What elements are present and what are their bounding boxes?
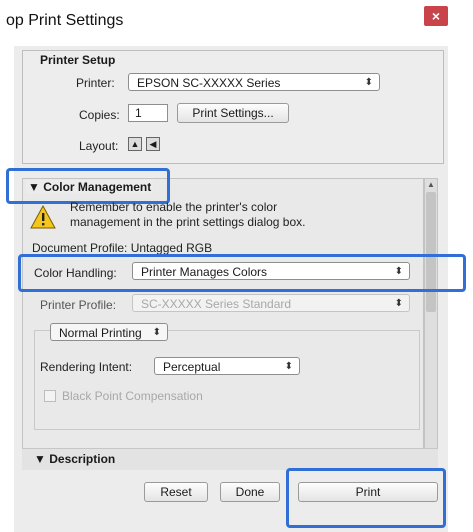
- close-button[interactable]: ×: [424, 6, 448, 26]
- print-button[interactable]: Print: [298, 482, 438, 502]
- layout-label: Layout:: [79, 139, 119, 153]
- printer-value: EPSON SC-XXXXX Series: [137, 76, 281, 90]
- normal-printing-select[interactable]: Normal Printing ⬍: [50, 323, 168, 341]
- print-settings-button[interactable]: Print Settings...: [177, 103, 289, 123]
- scroll-up-icon[interactable]: ▲: [427, 180, 435, 189]
- updown-arrow-icon: ⬍: [364, 77, 373, 88]
- updown-arrow-icon: ⬍: [284, 361, 293, 372]
- color-handling-value: Printer Manages Colors: [141, 265, 268, 279]
- updown-arrow-icon: ⬍: [394, 266, 403, 277]
- scrollbar-thumb[interactable]: [426, 192, 436, 312]
- printer-profile-label: Printer Profile:: [40, 298, 117, 312]
- collapse-triangle-icon: ▼: [34, 452, 46, 466]
- copies-field[interactable]: 1: [128, 104, 168, 122]
- color-handling-label: Color Handling:: [34, 266, 117, 280]
- close-icon: ×: [431, 8, 441, 24]
- collapse-triangle-icon: ▼: [28, 180, 40, 194]
- warning-line-1: Remember to enable the printer's color: [70, 200, 278, 214]
- printer-label: Printer:: [76, 76, 115, 90]
- rendering-options-box: [34, 330, 420, 430]
- color-management-heading-overlay: ▼ Color Management: [26, 180, 154, 194]
- landscape-layout-icon[interactable]: ◀: [146, 137, 160, 151]
- updown-arrow-icon: ⬍: [394, 298, 403, 309]
- black-point-checkbox[interactable]: [44, 390, 56, 402]
- color-handling-select[interactable]: Printer Manages Colors ⬍: [132, 262, 410, 280]
- updown-arrow-icon: ⬍: [152, 327, 161, 338]
- portrait-layout-icon[interactable]: ▲: [128, 137, 142, 151]
- rendering-intent-value: Perceptual: [163, 360, 221, 374]
- reset-button[interactable]: Reset: [144, 482, 208, 502]
- description-heading[interactable]: ▼ Description: [34, 452, 115, 466]
- printer-setup-heading: Printer Setup: [40, 53, 116, 67]
- copies-label: Copies:: [79, 108, 120, 122]
- printer-select[interactable]: EPSON SC-XXXXX Series ⬍: [128, 73, 380, 91]
- document-profile: Document Profile: Untagged RGB: [32, 241, 213, 255]
- black-point-label: Black Point Compensation: [62, 389, 203, 403]
- normal-printing-value: Normal Printing: [59, 326, 142, 340]
- warning-line-2: management in the print settings dialog …: [70, 215, 306, 229]
- printer-profile-value: SC-XXXXX Series Standard: [141, 297, 292, 311]
- warning-icon: [30, 205, 56, 229]
- window-title: op Print Settings: [6, 12, 124, 29]
- rendering-intent-select[interactable]: Perceptual ⬍: [154, 357, 300, 375]
- rendering-intent-label: Rendering Intent:: [40, 360, 133, 374]
- printer-profile-select: SC-XXXXX Series Standard ⬍: [132, 294, 410, 312]
- done-button[interactable]: Done: [220, 482, 280, 502]
